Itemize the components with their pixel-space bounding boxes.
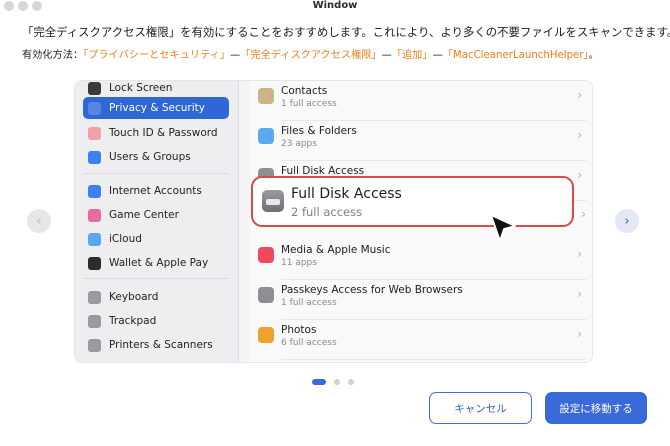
sidebar-divider: [238, 81, 239, 362]
sidebar-item-label: Internet Accounts: [109, 185, 202, 197]
sidebar-item-printers-scanners[interactable]: Printers & Scanners: [83, 334, 229, 356]
sidebar-divider: [83, 173, 229, 174]
row-subtitle: 1 full access: [281, 298, 337, 308]
privacy-row-contacts[interactable]: Contacts 1 full access ›: [250, 81, 586, 121]
highlight-title: Full Disk Access: [291, 186, 402, 202]
previous-slide-button[interactable]: ‹: [27, 209, 51, 233]
privacy-row-media-apple-music[interactable]: Media & Apple Music 11 apps ›: [250, 240, 586, 280]
fingerprint-icon: [88, 126, 101, 140]
chevron-right-icon: ›: [577, 247, 582, 261]
sidebar-item-label: Game Center: [109, 209, 179, 221]
row-title: Media & Apple Music: [281, 244, 391, 256]
sidebar-item-touch-id-password[interactable]: Touch ID & Password: [83, 122, 229, 144]
chevron-right-icon: ›: [577, 88, 582, 102]
privacy-row-photos[interactable]: Photos 6 full access ›: [250, 320, 586, 360]
row-subtitle: 6 full access: [281, 338, 337, 348]
printer-icon: [88, 338, 101, 352]
row-subtitle: 23 apps: [281, 139, 317, 149]
sidebar-item-label: Wallet & Apple Pay: [109, 257, 209, 269]
step-separator: —: [432, 50, 443, 61]
privacy-row-files-folders[interactable]: Files & Folders 23 apps ›: [250, 121, 586, 161]
row-subtitle: 1 full access: [281, 99, 337, 109]
step-helper: 「MacCleanerLaunchHelper」: [442, 50, 589, 61]
chevron-right-icon: ›: [577, 327, 582, 341]
wallet-icon: [88, 256, 101, 270]
sidebar-item-keyboard[interactable]: Keyboard: [83, 286, 229, 308]
chevron-right-icon: ›: [581, 207, 586, 221]
step-full-disk: 「完全ディスクアクセス権限」: [240, 50, 382, 61]
sidebar-item-internet-accounts[interactable]: Internet Accounts: [83, 180, 229, 202]
cloud-icon: [88, 232, 101, 246]
row-divider: [281, 359, 586, 360]
photos-icon: [258, 327, 274, 343]
sidebar-item-label: Privacy & Security: [109, 102, 205, 114]
game-center-icon: [88, 208, 101, 222]
highlight-subtitle: 2 full access: [291, 205, 363, 219]
at-icon: [88, 184, 101, 198]
row-subtitle: 11 apps: [281, 258, 317, 268]
row-title: Photos: [281, 324, 317, 336]
sidebar-item-label: Touch ID & Password: [109, 127, 218, 139]
sidebar-item-label: Users & Groups: [109, 151, 191, 163]
chevron-right-icon: ›: [577, 287, 582, 301]
trackpad-icon: [88, 314, 101, 328]
sidebar-item-label: iCloud: [109, 233, 142, 245]
disk-icon: [262, 190, 284, 212]
chevron-right-icon: ›: [577, 168, 582, 182]
activation-steps: 有効化方法：「プライバシーとセキュリティ」—「完全ディスクアクセス権限」—「追加…: [22, 46, 599, 61]
settings-sidebar: Lock Screen Privacy & Security Touch ID & …: [75, 81, 238, 362]
step-separator: —: [230, 50, 241, 61]
sidebar-item-label: Keyboard: [109, 291, 159, 303]
next-slide-button[interactable]: ›: [615, 209, 639, 233]
privacy-row-passkeys-access-for-web-browsers[interactable]: Passkeys Access for Web Browsers 1 full a…: [250, 280, 586, 320]
sidebar-item-label: Trackpad: [109, 315, 157, 327]
sidebar-divider: [83, 278, 229, 279]
row-title: Files & Folders: [281, 125, 357, 137]
sidebar-item-icloud[interactable]: iCloud: [83, 228, 229, 250]
sidebar-item-trackpad[interactable]: Trackpad: [83, 310, 229, 332]
sidebar-item-wallet-apple-pay[interactable]: Wallet & Apple Pay: [83, 252, 229, 274]
users-icon: [88, 150, 101, 164]
keyboard-icon: [88, 290, 101, 304]
sidebar-item-users-groups[interactable]: Users & Groups: [83, 146, 229, 168]
window-title: Window: [312, 0, 358, 11]
intro-text: 「完全ディスクアクセス権限」を有効にすることをおすすめします。これにより、より多…: [22, 25, 670, 39]
passkey-icon: [258, 287, 274, 303]
cancel-button[interactable]: キャンセル: [429, 392, 532, 424]
chevron-left-icon: ‹: [36, 213, 42, 229]
page-dot[interactable]: [334, 379, 340, 385]
chevron-right-icon: ›: [624, 213, 630, 229]
sidebar-item-label: Lock Screen: [109, 82, 173, 94]
full-disk-access-highlight[interactable]: Full Disk Access 2 full access: [251, 176, 574, 227]
steps-label: 有効化方法：: [22, 50, 84, 61]
page-dot[interactable]: [312, 379, 326, 385]
step-privacy: 「プライバシーとセキュリティ」: [83, 50, 231, 61]
sidebar-item-label: Printers & Scanners: [109, 339, 213, 351]
hand-icon: [88, 101, 101, 115]
step-add: 「追加」: [391, 50, 433, 61]
go-to-settings-button[interactable]: 設定に移動する: [545, 392, 647, 424]
steps-end: 。: [588, 50, 599, 61]
lock-screen-icon: [88, 81, 101, 95]
music-icon: [258, 247, 274, 263]
row-title: Passkeys Access for Web Browsers: [281, 284, 463, 296]
title-bar: Window: [0, 0, 670, 14]
sidebar-item-privacy-security[interactable]: Privacy & Security: [83, 97, 229, 119]
row-title: Contacts: [281, 85, 328, 97]
page-dot[interactable]: [348, 379, 354, 385]
contacts-icon: [258, 88, 274, 104]
chevron-right-icon: ›: [577, 128, 582, 142]
step-separator: —: [381, 50, 392, 61]
sidebar-item-game-center[interactable]: Game Center: [83, 204, 229, 226]
cursor-arrow-icon: [490, 214, 516, 242]
folder-icon: [258, 128, 274, 144]
